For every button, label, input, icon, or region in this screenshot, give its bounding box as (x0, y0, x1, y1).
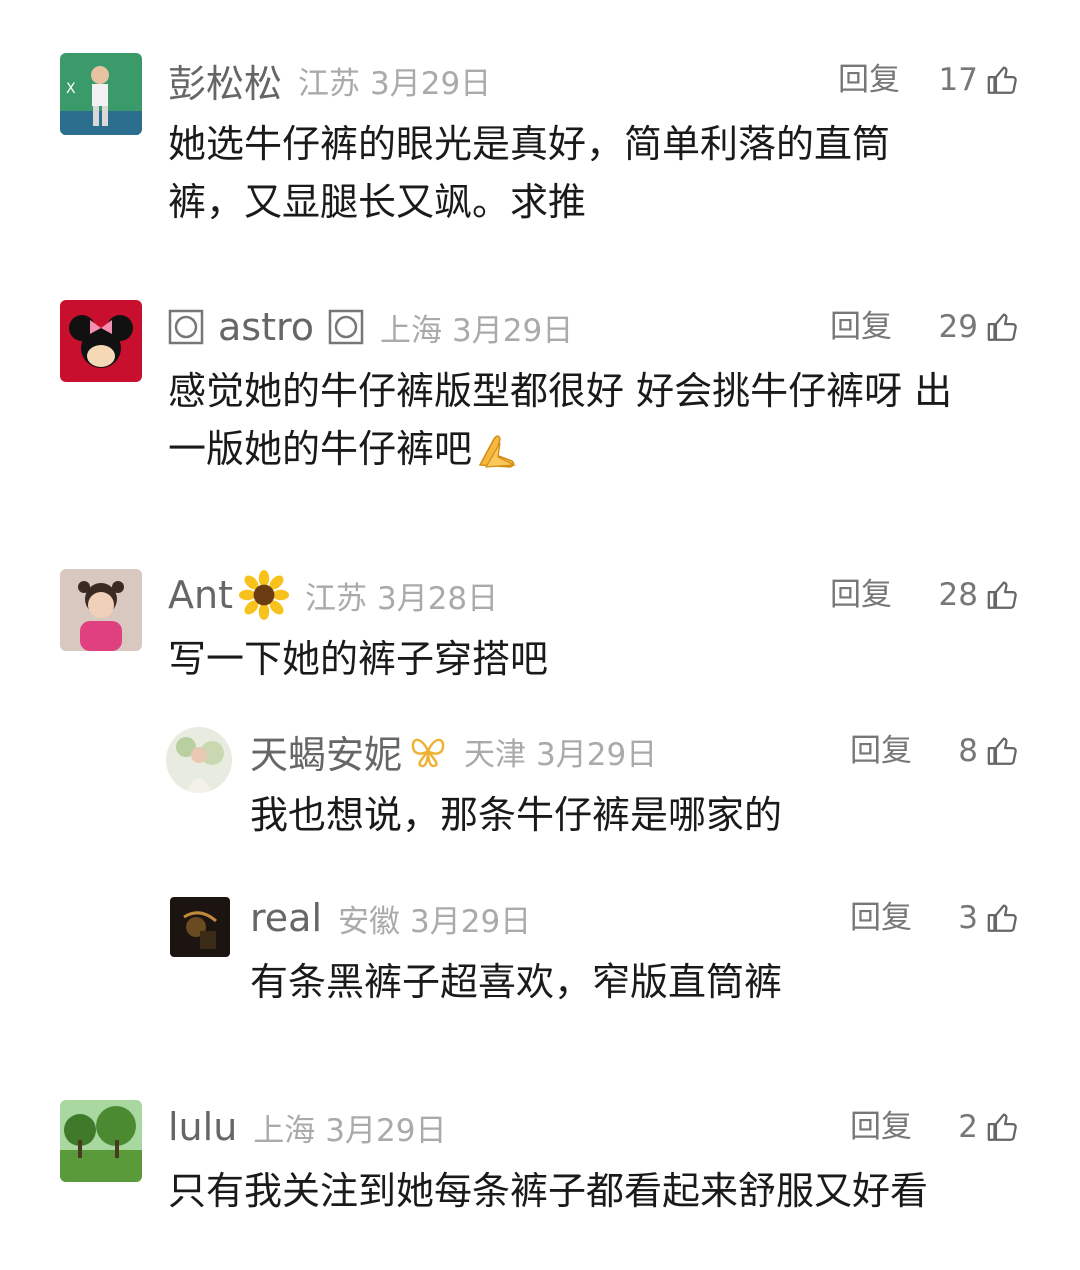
username[interactable]: 天蝎安妮 (250, 724, 448, 779)
thumbs-up-icon (987, 737, 1017, 765)
comment-meta: real 安徽 3月29日 (250, 890, 531, 946)
username[interactable]: real (250, 896, 322, 940)
location: 上海 (253, 1112, 316, 1149)
comment-text-line: 我也想说，那条牛仔裤是哪家的 (250, 793, 783, 837)
date: 3月29日 (452, 312, 574, 349)
avatar-image (60, 1100, 142, 1182)
location: 江苏 (298, 65, 361, 102)
comment-text-line: 只有我关注到她每条裤子都看起来舒服又好看 (168, 1169, 929, 1213)
comment-text: 感觉她的牛仔裤版型都很好 好会挑牛仔裤呀 出 一版她的牛仔裤吧 (168, 362, 1038, 478)
avatar-image (166, 727, 232, 793)
comment-text: 只有我关注到她每条裤子都看起来舒服又好看 (168, 1162, 1038, 1220)
date: 3月29日 (370, 65, 492, 102)
square-circle-icon (168, 309, 204, 345)
like-button[interactable]: 29 (920, 299, 1020, 355)
username-text: 天蝎安妮 (250, 732, 403, 777)
date: 3月29日 (325, 1112, 447, 1149)
avatar[interactable] (166, 727, 232, 793)
comment-meta: lulu 上海 3月29日 (168, 1099, 446, 1155)
like-count: 8 (958, 733, 978, 769)
avatar[interactable] (170, 897, 230, 957)
like-button[interactable]: 8 (920, 723, 1020, 779)
sunflower-icon (238, 570, 289, 620)
date: 3月29日 (410, 903, 532, 940)
reply-button[interactable]: 回复 (850, 723, 912, 779)
avatar[interactable] (60, 569, 142, 651)
like-button[interactable]: 2 (920, 1099, 1020, 1155)
location: 天津 (464, 736, 527, 773)
comment-meta: 彭松松 江苏 3月29日 (168, 52, 491, 108)
avatar-image (60, 300, 142, 382)
like-count: 17 (938, 62, 978, 98)
location: 江苏 (304, 580, 367, 617)
thumbs-up-icon (987, 66, 1017, 94)
square-circle-icon (328, 309, 364, 345)
username[interactable]: astro (168, 305, 364, 349)
reply-button[interactable]: 回复 (838, 52, 900, 108)
comment-text-line: 感觉她的牛仔裤版型都很好 好会挑牛仔裤呀 出 (168, 369, 953, 413)
avatar[interactable] (60, 300, 142, 382)
avatar-image (170, 897, 230, 957)
date: 3月28日 (376, 580, 499, 617)
like-button[interactable]: 3 (920, 890, 1020, 946)
thumbs-up-icon (987, 904, 1017, 932)
avatar-image: X (60, 53, 142, 135)
avatar-image (60, 569, 142, 651)
svg-text:X: X (66, 81, 76, 97)
like-button[interactable]: 28 (920, 567, 1020, 623)
comment-text-line: 她选牛仔裤的眼光是真好，简单利落的直筒 (168, 122, 891, 166)
location: 安徽 (338, 903, 401, 940)
comment-meta: 天蝎安妮 天津 3月29日 (250, 723, 657, 779)
comment-text-line: 裤，又显腿长又飒。求推 (168, 180, 587, 224)
reply-button[interactable]: 回复 (850, 1099, 912, 1155)
thumbs-up-icon (987, 1113, 1017, 1141)
comment-text: 我也想说，那条牛仔裤是哪家的 (250, 786, 1030, 844)
location: 上海 (380, 312, 443, 349)
thumbs-up-icon (987, 313, 1017, 341)
username[interactable]: lulu (168, 1105, 237, 1149)
pray-hands-icon (478, 435, 517, 468)
like-button[interactable]: 17 (920, 52, 1020, 108)
reply-button[interactable]: 回复 (830, 299, 892, 355)
like-count: 28 (938, 577, 978, 613)
thumbs-up-icon (987, 581, 1017, 609)
reply-button[interactable]: 回复 (850, 890, 912, 946)
reply-button[interactable]: 回复 (830, 567, 892, 623)
avatar[interactable]: X (60, 53, 142, 135)
date: 3月29日 (536, 736, 658, 773)
username[interactable]: 彭松松 (168, 53, 282, 108)
like-count: 3 (958, 900, 978, 936)
username-text: Ant (168, 573, 233, 617)
comment-meta: Ant 江苏 3月28日 (168, 567, 498, 623)
comment-meta: astro 上海 3月29日 (168, 299, 573, 355)
username-text: astro (218, 305, 315, 349)
comment-text: 有条黑裤子超喜欢，窄版直筒裤 (250, 953, 1030, 1011)
like-count: 2 (958, 1109, 978, 1145)
avatar[interactable] (60, 1100, 142, 1182)
comment-text: 写一下她的裤子穿搭吧 (168, 630, 1028, 688)
like-count: 29 (938, 309, 978, 345)
username[interactable]: Ant (168, 570, 289, 620)
comment-text-line: 一版她的牛仔裤吧 (168, 420, 1038, 478)
butterfly-icon (411, 738, 445, 768)
comment-text: 她选牛仔裤的眼光是真好，简单利落的直筒 裤，又显腿长又飒。求推 (168, 115, 1028, 231)
comment-text-line: 有条黑裤子超喜欢，窄版直筒裤 (250, 960, 783, 1004)
comment-text-line: 写一下她的裤子穿搭吧 (168, 637, 549, 681)
